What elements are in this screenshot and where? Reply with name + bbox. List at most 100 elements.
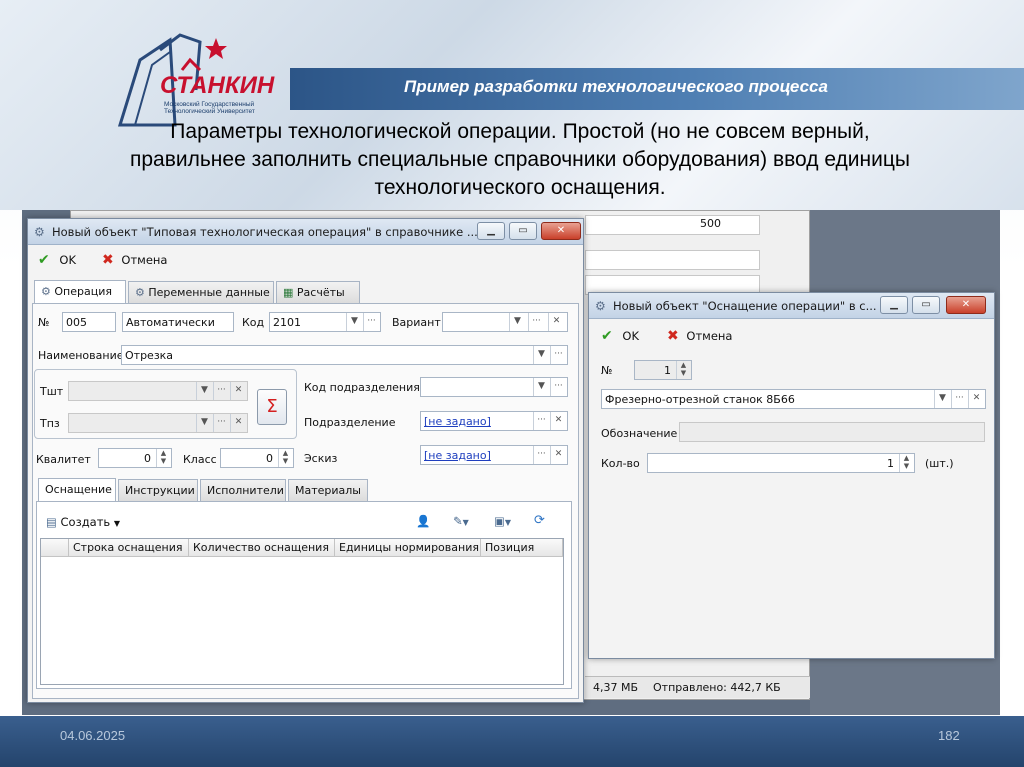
cancel-button[interactable]: ✖ Отмена (102, 252, 167, 268)
dialog-cancel-button[interactable]: ✖ Отмена (667, 328, 732, 344)
grid-header-equipment-qty[interactable]: Количество оснащения (189, 539, 335, 557)
footer-page-number: 182 (938, 728, 960, 743)
chevron-down-icon[interactable]: ▼ (533, 346, 549, 364)
main-window-titlebar[interactable]: ⚙ Новый объект "Типовая технологическая … (28, 219, 583, 245)
ok-button[interactable]: ✔ OK (38, 252, 76, 268)
tab-operation-label: Операция (54, 285, 112, 298)
main-window: ⚙ Новый объект "Типовая технологическая … (27, 218, 584, 703)
num-label: № (38, 316, 50, 329)
chevron-down-icon[interactable]: ▼ (533, 378, 549, 396)
create-button[interactable]: ▤ Создать ▼ (46, 515, 120, 529)
clear-icon[interactable]: ✕ (230, 382, 246, 400)
sigma-calc-button[interactable]: Σ (257, 389, 287, 425)
tab-calculations[interactable]: ▦ Расчёты (276, 281, 360, 303)
equipment-select[interactable]: Фрезерно-отрезной станок 8Б66 (601, 389, 986, 409)
ellipsis-icon[interactable]: ··· (533, 412, 549, 430)
tpz-label: Тпз (40, 417, 60, 430)
cross-icon: ✖ (667, 328, 679, 344)
ellipsis-icon[interactable]: ··· (528, 313, 544, 331)
close-button[interactable]: ✕ (541, 222, 581, 240)
dept-value-link[interactable]: [не задано] (424, 415, 491, 428)
footer-date: 04.06.2025 (60, 728, 126, 743)
ellipsis-icon[interactable]: ··· (951, 390, 967, 408)
numbering-mode-value: Автоматически (126, 316, 215, 329)
chevron-down-icon[interactable]: ▼ (346, 313, 362, 331)
num-input[interactable]: 005 (62, 312, 116, 332)
checkmark-icon: ✔ (38, 252, 50, 268)
qty-label: Кол-во (601, 457, 640, 470)
close-button[interactable]: ✕ (946, 296, 986, 314)
spinner-icon[interactable]: ▲ ▼ (278, 449, 292, 467)
tab-materials[interactable]: Материалы (288, 479, 368, 501)
spinner-icon[interactable]: ▲ ▼ (676, 361, 690, 379)
grid-header-equipment-row[interactable]: Строка оснащения (69, 539, 189, 557)
logo-text: СТАНКИН (160, 72, 275, 99)
grid-header-norm-units[interactable]: Единицы нормирования (335, 539, 481, 557)
bg-value-500: 500 (700, 217, 721, 230)
clear-icon[interactable]: ✕ (550, 412, 566, 430)
footer-band (0, 716, 1024, 767)
grid-header-position[interactable]: Позиция (481, 539, 563, 557)
cancel-label: Отмена (121, 253, 168, 267)
ellipsis-icon[interactable]: ··· (550, 346, 566, 364)
ellipsis-icon[interactable]: ··· (213, 414, 229, 432)
bg-status-bar: 4,37 МБ Отправлено: 442,7 КБ (585, 676, 810, 698)
numbering-mode-select[interactable]: Автоматически (122, 312, 234, 332)
ellipsis-icon[interactable]: ··· (213, 382, 229, 400)
bg-field-2[interactable] (585, 250, 760, 270)
tab-equipment[interactable]: Оснащение (38, 478, 116, 502)
edit-icon[interactable]: ✎▼ (453, 514, 469, 528)
tab-variable-data[interactable]: ⚙ Переменные данные (128, 281, 274, 303)
equipment-value: Фрезерно-отрезной станок 8Б66 (605, 393, 795, 406)
name-input[interactable]: Отрезка (121, 345, 568, 365)
refresh-icon[interactable]: ⟳ (534, 513, 545, 528)
code-value: 2101 (273, 316, 301, 329)
clear-icon[interactable]: ✕ (550, 446, 566, 464)
object-icon: ⚙ (34, 225, 45, 239)
clear-icon[interactable]: ✕ (548, 313, 564, 331)
view-icon[interactable]: ▣▼ (494, 514, 511, 528)
ellipsis-icon[interactable]: ··· (363, 313, 379, 331)
tab-performers[interactable]: Исполнители (200, 479, 286, 501)
chevron-down-icon[interactable]: ▼ (509, 313, 525, 331)
clear-icon[interactable]: ✕ (968, 390, 984, 408)
slide-title: Пример разработки технологического проце… (404, 77, 828, 96)
bg-status-size: 4,37 МБ (593, 681, 639, 694)
ellipsis-icon[interactable]: ··· (533, 446, 549, 464)
tsht-label: Тшт (40, 385, 64, 398)
dept-code-label: Код подразделения (304, 381, 420, 394)
designation-input[interactable] (679, 422, 985, 442)
name-label: Наименование (38, 349, 124, 362)
equipment-grid[interactable] (40, 538, 564, 685)
dialog-title: Новый объект "Оснащение операции" в с... (613, 299, 877, 313)
spinner-icon[interactable]: ▲ ▼ (156, 449, 170, 467)
checkmark-icon: ✔ (601, 328, 613, 344)
tab-variable-data-label: Переменные данные (148, 286, 270, 299)
minimize-button[interactable]: ▁ (477, 222, 505, 240)
minimize-button[interactable]: ▁ (880, 296, 908, 314)
bg-field-value[interactable] (585, 215, 760, 235)
variant-label: Вариант (392, 316, 441, 329)
sketch-value-link[interactable]: [не задано] (424, 449, 491, 462)
spinner-icon[interactable]: ▲ ▼ (899, 454, 913, 472)
ok-label: OK (59, 253, 76, 267)
chevron-down-icon[interactable]: ▼ (934, 390, 950, 408)
dialog-ok-button[interactable]: ✔ OK (601, 328, 639, 344)
chevron-down-icon: ▼ (113, 519, 120, 528)
maximize-button[interactable]: ▭ (912, 296, 940, 314)
maximize-button[interactable]: ▭ (509, 222, 537, 240)
qty-input[interactable]: 1 (647, 453, 915, 473)
class-label: Класс (183, 453, 217, 466)
dialog-titlebar[interactable]: ⚙ Новый объект "Оснащение операции" в с.… (589, 293, 994, 319)
ellipsis-icon[interactable]: ··· (550, 378, 566, 396)
chevron-down-icon[interactable]: ▼ (196, 414, 212, 432)
equipment-dialog: ⚙ Новый объект "Оснащение операции" в с.… (588, 292, 995, 659)
cross-icon: ✖ (102, 252, 114, 268)
user-icon[interactable]: 👤 (416, 514, 430, 528)
code-label: Код (242, 316, 265, 329)
tab-operation[interactable]: ⚙ Операция (34, 280, 126, 304)
chevron-down-icon[interactable]: ▼ (196, 382, 212, 400)
create-icon: ▤ (46, 515, 57, 529)
tab-instructions[interactable]: Инструкции (118, 479, 198, 501)
clear-icon[interactable]: ✕ (230, 414, 246, 432)
